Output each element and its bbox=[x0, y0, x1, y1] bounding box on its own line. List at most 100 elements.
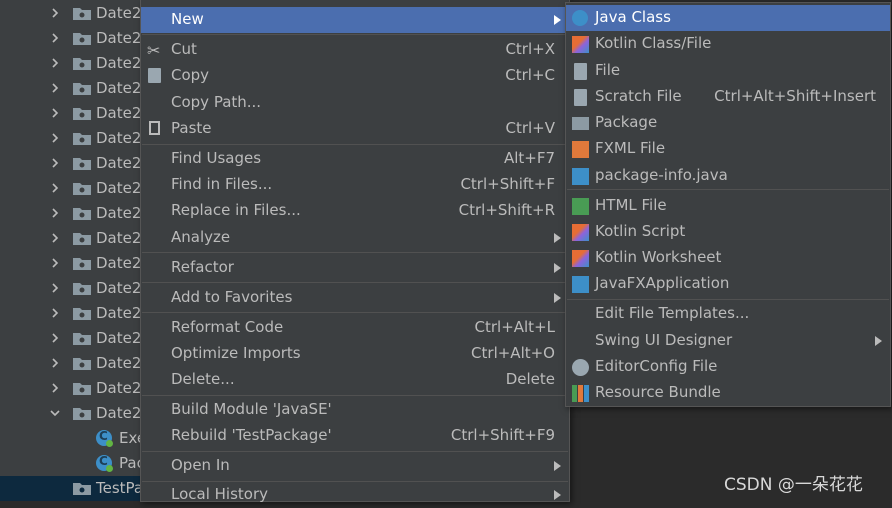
chevron-right-icon[interactable] bbox=[50, 308, 60, 318]
submenu-item-kotlin-script-label: Kotlin Script bbox=[595, 222, 686, 240]
menu-item-copy[interactable]: Copy Ctrl+C bbox=[141, 63, 569, 89]
scissors-icon: ✂ bbox=[147, 41, 161, 60]
chevron-right-icon[interactable] bbox=[50, 158, 60, 168]
chevron-right-icon[interactable] bbox=[50, 233, 60, 243]
menu-item-cut[interactable]: ✂ Cut Ctrl+X bbox=[141, 37, 569, 63]
menu-separator bbox=[142, 282, 568, 283]
package-info-icon bbox=[572, 168, 589, 185]
submenu-item-kotlin-class-label: Kotlin Class/File bbox=[595, 34, 712, 52]
menu-item-reformat-code[interactable]: Reformat Code Ctrl+Alt+L bbox=[141, 315, 569, 341]
chevron-right-icon[interactable] bbox=[50, 208, 60, 218]
menu-item-rebuild[interactable]: Rebuild 'TestPackage' Ctrl+Shift+F9 bbox=[141, 423, 569, 449]
menu-item-analyze[interactable]: Analyze bbox=[141, 225, 569, 251]
submenu-item-package-info[interactable]: package-info.java bbox=[566, 163, 890, 189]
kotlin-class-icon bbox=[572, 36, 589, 53]
tree-folder-row[interactable]: Date2 bbox=[0, 376, 150, 401]
context-menu: New ✂ Cut Ctrl+X Copy Ctrl+C Copy Path..… bbox=[140, 0, 570, 503]
menu-item-open-in[interactable]: Open In bbox=[141, 453, 569, 479]
menu-item-new[interactable]: New bbox=[141, 7, 569, 33]
shortcut-label: Ctrl+V bbox=[505, 119, 555, 137]
menu-item-optimize-imports[interactable]: Optimize Imports Ctrl+Alt+O bbox=[141, 341, 569, 367]
tree-folder-row[interactable]: Date2 bbox=[0, 351, 150, 376]
chevron-right-icon[interactable] bbox=[50, 333, 60, 343]
submenu-item-html-file[interactable]: HTML File bbox=[566, 193, 890, 219]
tree-folder-row[interactable]: Date2 bbox=[0, 76, 150, 101]
menu-item-add-to-favorites-label: Add to Favorites bbox=[171, 288, 293, 306]
tree-folder-label: Date2 bbox=[96, 79, 142, 97]
menu-item-add-to-favorites[interactable]: Add to Favorites bbox=[141, 285, 569, 311]
menu-item-open-in-label: Open In bbox=[171, 456, 230, 474]
chevron-right-icon[interactable] bbox=[50, 8, 60, 18]
menu-item-build-module[interactable]: Build Module 'JavaSE' bbox=[141, 397, 569, 423]
package-folder-icon bbox=[73, 333, 91, 345]
menu-item-find-usages-label: Find Usages bbox=[171, 149, 262, 167]
menu-item-refactor-label: Refactor bbox=[171, 258, 234, 276]
submenu-item-scratch-file[interactable]: Scratch File Ctrl+Alt+Shift+Insert bbox=[566, 84, 890, 110]
tree-folder-row[interactable]: Date2 bbox=[0, 151, 150, 176]
tree-folder-row[interactable]: Date2 bbox=[0, 301, 150, 326]
tree-folder-row[interactable]: Date2 bbox=[0, 201, 150, 226]
submenu-item-kotlin-script[interactable]: Kotlin Script bbox=[566, 219, 890, 245]
tree-file-row[interactable]: Pac bbox=[0, 451, 150, 476]
chevron-right-icon[interactable] bbox=[50, 258, 60, 268]
submenu-item-scratch-file-label: Scratch File bbox=[595, 87, 682, 105]
runnable-badge-icon bbox=[106, 440, 113, 447]
chevron-right-icon[interactable] bbox=[50, 283, 60, 293]
chevron-right-icon[interactable] bbox=[50, 108, 60, 118]
chevron-right-icon[interactable] bbox=[50, 58, 60, 68]
tree-folder-row[interactable]: Date2 bbox=[0, 126, 150, 151]
tree-selected-row[interactable]: TestPa bbox=[0, 476, 150, 501]
kotlin-worksheet-icon bbox=[572, 250, 589, 267]
tree-folder-row[interactable]: Date2 bbox=[0, 226, 150, 251]
submenu-item-java-class[interactable]: Java Class bbox=[566, 5, 890, 31]
package-folder-icon bbox=[73, 383, 91, 395]
chevron-right-icon[interactable] bbox=[50, 183, 60, 193]
submenu-item-editorconfig-file[interactable]: EditorConfig File bbox=[566, 354, 890, 380]
submenu-item-swing-ui-designer[interactable]: Swing UI Designer bbox=[566, 328, 890, 354]
menu-item-copy-path[interactable]: Copy Path... bbox=[141, 90, 569, 116]
tree-folder-row[interactable]: Date2 bbox=[0, 26, 150, 51]
submenu-item-package[interactable]: Package bbox=[566, 110, 890, 136]
menu-item-find-in-files[interactable]: Find in Files... Ctrl+Shift+F bbox=[141, 172, 569, 198]
tree-selected-label: TestPa bbox=[96, 479, 144, 497]
menu-item-replace-in-files[interactable]: Replace in Files... Ctrl+Shift+R bbox=[141, 198, 569, 224]
tree-folder-row[interactable]: Date2 bbox=[0, 251, 150, 276]
tree-folder-row[interactable]: Date2 bbox=[0, 326, 150, 351]
tree-folder-row[interactable]: Date2 bbox=[0, 1, 150, 26]
menu-item-paste[interactable]: Paste Ctrl+V bbox=[141, 116, 569, 142]
menu-item-delete[interactable]: Delete... Delete bbox=[141, 367, 569, 393]
submenu-item-kotlin-class[interactable]: Kotlin Class/File bbox=[566, 31, 890, 57]
shortcut-label: Alt+F7 bbox=[503, 149, 555, 167]
submenu-arrow-icon bbox=[554, 263, 561, 273]
tree-folder-row[interactable]: Date2 bbox=[0, 101, 150, 126]
chevron-right-icon[interactable] bbox=[50, 383, 60, 393]
chevron-right-icon[interactable] bbox=[50, 133, 60, 143]
chevron-right-icon[interactable] bbox=[50, 358, 60, 368]
tree-folder-label: Date2 bbox=[96, 279, 142, 297]
chevron-right-icon[interactable] bbox=[50, 33, 60, 43]
shortcut-label: Ctrl+C bbox=[505, 66, 555, 84]
menu-item-find-usages[interactable]: Find Usages Alt+F7 bbox=[141, 146, 569, 172]
tree-folder-row[interactable]: Date2 bbox=[0, 176, 150, 201]
submenu-item-resource-bundle[interactable]: Resource Bundle bbox=[566, 380, 890, 406]
submenu-item-javafx-application[interactable]: JavaFXApplication bbox=[566, 271, 890, 297]
menu-item-local-history[interactable]: Local History bbox=[141, 482, 569, 508]
menu-separator bbox=[142, 312, 568, 313]
package-folder-icon bbox=[73, 83, 91, 95]
project-tree[interactable]: Date2 Date2 Date2 Date2 Date2 Date2 Date2 Date2… bbox=[0, 0, 150, 501]
tree-folder-row[interactable]: Date2 bbox=[0, 51, 150, 76]
tree-folder-row[interactable]: Date2 bbox=[0, 276, 150, 301]
submenu-item-file[interactable]: File bbox=[566, 58, 890, 84]
menu-separator bbox=[142, 144, 568, 145]
chevron-right-icon[interactable] bbox=[50, 83, 60, 93]
submenu-item-edit-file-templates-label: Edit File Templates... bbox=[595, 304, 750, 322]
chevron-down-icon[interactable] bbox=[50, 408, 60, 418]
submenu-item-kotlin-worksheet[interactable]: Kotlin Worksheet bbox=[566, 245, 890, 271]
submenu-item-fxml-file[interactable]: FXML File bbox=[566, 136, 890, 162]
tree-file-row[interactable]: Exe bbox=[0, 426, 150, 451]
menu-item-refactor[interactable]: Refactor bbox=[141, 255, 569, 281]
tree-folder-row[interactable]: Date2 bbox=[0, 401, 150, 426]
submenu-item-edit-file-templates[interactable]: Edit File Templates... bbox=[566, 301, 890, 327]
menu-item-build-module-label: Build Module 'JavaSE' bbox=[171, 400, 332, 418]
submenu-item-html-file-label: HTML File bbox=[595, 196, 667, 214]
